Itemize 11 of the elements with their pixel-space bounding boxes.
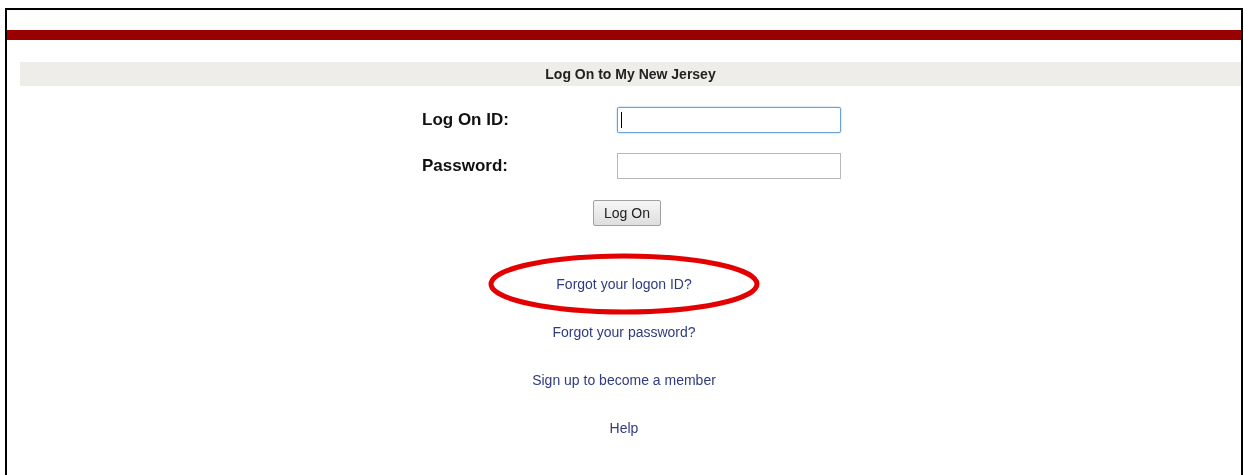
field-label: Log On ID:	[422, 109, 510, 132]
input-field[interactable]	[617, 107, 841, 133]
log-on-button[interactable]: Log On	[593, 200, 661, 226]
text-cursor	[621, 112, 622, 128]
link[interactable]: Forgot your logon ID?	[556, 274, 692, 294]
field-label: Password:	[422, 155, 509, 178]
link[interactable]: Help	[609, 418, 639, 438]
header-title: Log On to My New Jersey	[545, 64, 716, 84]
input-field[interactable]	[617, 153, 841, 179]
link[interactable]: Sign up to become a member	[532, 370, 716, 390]
link[interactable]: Forgot your password?	[552, 322, 696, 342]
